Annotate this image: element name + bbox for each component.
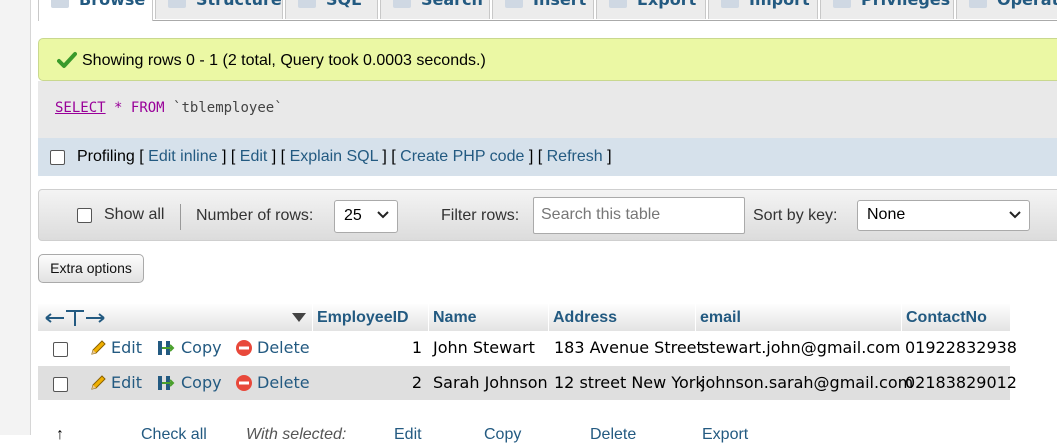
bulk-delete-button[interactable]: Delete (590, 426, 636, 444)
profiling-line: Profiling [ Edit inline ] [ Edit ] [ Exp… (77, 148, 612, 165)
with-selected-label: With selected: (246, 426, 347, 443)
column-resize-control[interactable] (38, 304, 310, 331)
navigation-bar: Show all Number of rows: 25 Filter rows:… (38, 189, 1057, 241)
table-header: EmployeeID Name Address email ContactNo (38, 304, 1010, 331)
pencil-icon (91, 339, 106, 355)
copy-icon (158, 340, 175, 355)
cell-employeeid[interactable]: 2 (312, 366, 422, 400)
import-icon (721, 0, 739, 8)
structure-icon (168, 0, 186, 8)
export-icon (609, 0, 627, 8)
edit-link[interactable]: Edit (240, 148, 268, 165)
row-edit-button[interactable]: Edit (89, 331, 142, 365)
success-message: Showing rows 0 - 1 (2 total, Query took … (38, 38, 1057, 81)
row-edit-button[interactable]: Edit (89, 366, 142, 400)
up-arrow-icon: ↑ (56, 426, 64, 443)
cell-address[interactable]: 183 Avenue Street (554, 331, 703, 365)
cell-contactno[interactable]: 02183829012 (905, 366, 1017, 400)
cell-email[interactable]: johnson.sarah@gmail.com (701, 366, 913, 400)
tab-browse[interactable]: Browse (38, 0, 153, 21)
sort-by-key-label: Sort by key: (753, 207, 838, 224)
column-header-employeeid[interactable]: EmployeeID (312, 304, 428, 331)
cell-address[interactable]: 12 street New York (554, 366, 705, 400)
column-header-name[interactable]: Name (428, 304, 548, 331)
row-checkbox[interactable] (53, 342, 68, 357)
left-panel-edge (0, 0, 31, 435)
left-right-arrows-icon (45, 309, 105, 326)
extra-options-button[interactable]: Extra options (38, 254, 144, 283)
table-row: Edit Copy Delete 2 Sarah Johnson 12 stre… (38, 366, 1017, 400)
column-header-email[interactable]: email (695, 304, 901, 331)
sql-query: SELECT * FROM `tblemployee` (55, 100, 283, 116)
column-header-address[interactable]: Address (548, 304, 695, 331)
sql-keyword-from: FROM (130, 100, 165, 116)
copy-icon (158, 375, 175, 390)
insert-icon (505, 0, 523, 8)
cell-name[interactable]: John Stewart (433, 331, 535, 365)
bulk-export-button[interactable]: Export (702, 426, 748, 444)
number-of-rows-label: Number of rows: (196, 207, 314, 224)
sort-triangle-icon[interactable] (292, 313, 306, 323)
tab-insert[interactable]: Insert (492, 0, 594, 19)
success-message-text: Showing rows 0 - 1 (2 total, Query took … (82, 52, 486, 69)
search-icon (393, 0, 411, 8)
row-delete-button[interactable]: Delete (235, 331, 310, 365)
sql-keyword-select[interactable]: SELECT (55, 100, 106, 116)
pencil-icon (91, 374, 106, 390)
sort-by-key-value: None (867, 206, 906, 223)
tab-search[interactable]: Search (380, 0, 490, 19)
privileges-icon (833, 0, 851, 8)
tab-sql[interactable]: SQL (285, 0, 378, 19)
filter-rows-input[interactable]: Search this table (533, 197, 745, 234)
profiling-checkbox[interactable] (50, 150, 65, 165)
delete-icon (236, 339, 252, 356)
edit-inline-link[interactable]: Edit inline (148, 148, 217, 165)
sql-query-box: SELECT * FROM `tblemployee` (38, 81, 1057, 138)
profiling-label: Profiling (77, 148, 135, 165)
tab-privileges[interactable]: Privileges (820, 0, 954, 19)
column-header-contactno[interactable]: ContactNo (901, 304, 1010, 331)
profiling-bar: Profiling [ Edit inline ] [ Edit ] [ Exp… (38, 138, 1057, 176)
sql-table-name: `tblemployee` (173, 100, 283, 116)
bulk-edit-button[interactable]: Edit (394, 426, 422, 444)
tab-export[interactable]: Export (596, 0, 706, 19)
tab-structure[interactable]: Structure (155, 0, 283, 19)
bulk-actions-bar: ↑ Check all With selected: Edit Copy Del… (38, 420, 1038, 443)
top-tabs: Browse Structure SQL Search Insert Expor… (38, 0, 1057, 21)
sql-star: * (114, 100, 123, 116)
cell-name[interactable]: Sarah Johnson (433, 366, 548, 400)
show-all-label: Show all (104, 206, 165, 223)
tab-import[interactable]: Import (708, 0, 818, 19)
table-row: Edit Copy Delete 1 John Stewart 183 Aven… (38, 331, 1017, 365)
checkmark-icon (57, 52, 77, 68)
bulk-copy-button[interactable]: Copy (484, 426, 521, 444)
cell-contactno[interactable]: 01922832938 (905, 331, 1017, 365)
tab-operations[interactable]: Operations (956, 0, 1057, 19)
cell-employeeid[interactable]: 1 (312, 331, 422, 365)
operations-icon (969, 0, 987, 8)
delete-icon (236, 374, 252, 391)
number-of-rows-value: 25 (344, 207, 362, 224)
sql-icon (298, 0, 316, 8)
sort-by-key-select[interactable]: None (857, 200, 1030, 231)
number-of-rows-select[interactable]: 25 (334, 200, 398, 233)
row-copy-button[interactable]: Copy (157, 366, 222, 400)
create-php-code-link[interactable]: Create PHP code (400, 148, 524, 165)
refresh-link[interactable]: Refresh (547, 148, 603, 165)
row-delete-button[interactable]: Delete (235, 366, 310, 400)
row-copy-button[interactable]: Copy (157, 331, 222, 365)
chevron-down-icon (377, 211, 389, 219)
check-all-link[interactable]: Check all (141, 426, 207, 444)
separator (180, 204, 181, 230)
cell-email[interactable]: stewart.john@gmail.com (701, 331, 901, 365)
explain-sql-link[interactable]: Explain SQL (290, 148, 378, 165)
chevron-down-icon (1009, 211, 1021, 219)
show-all-checkbox[interactable] (77, 208, 92, 223)
filter-rows-label: Filter rows: (441, 207, 520, 224)
browse-icon (51, 0, 69, 8)
row-checkbox[interactable] (53, 377, 68, 392)
